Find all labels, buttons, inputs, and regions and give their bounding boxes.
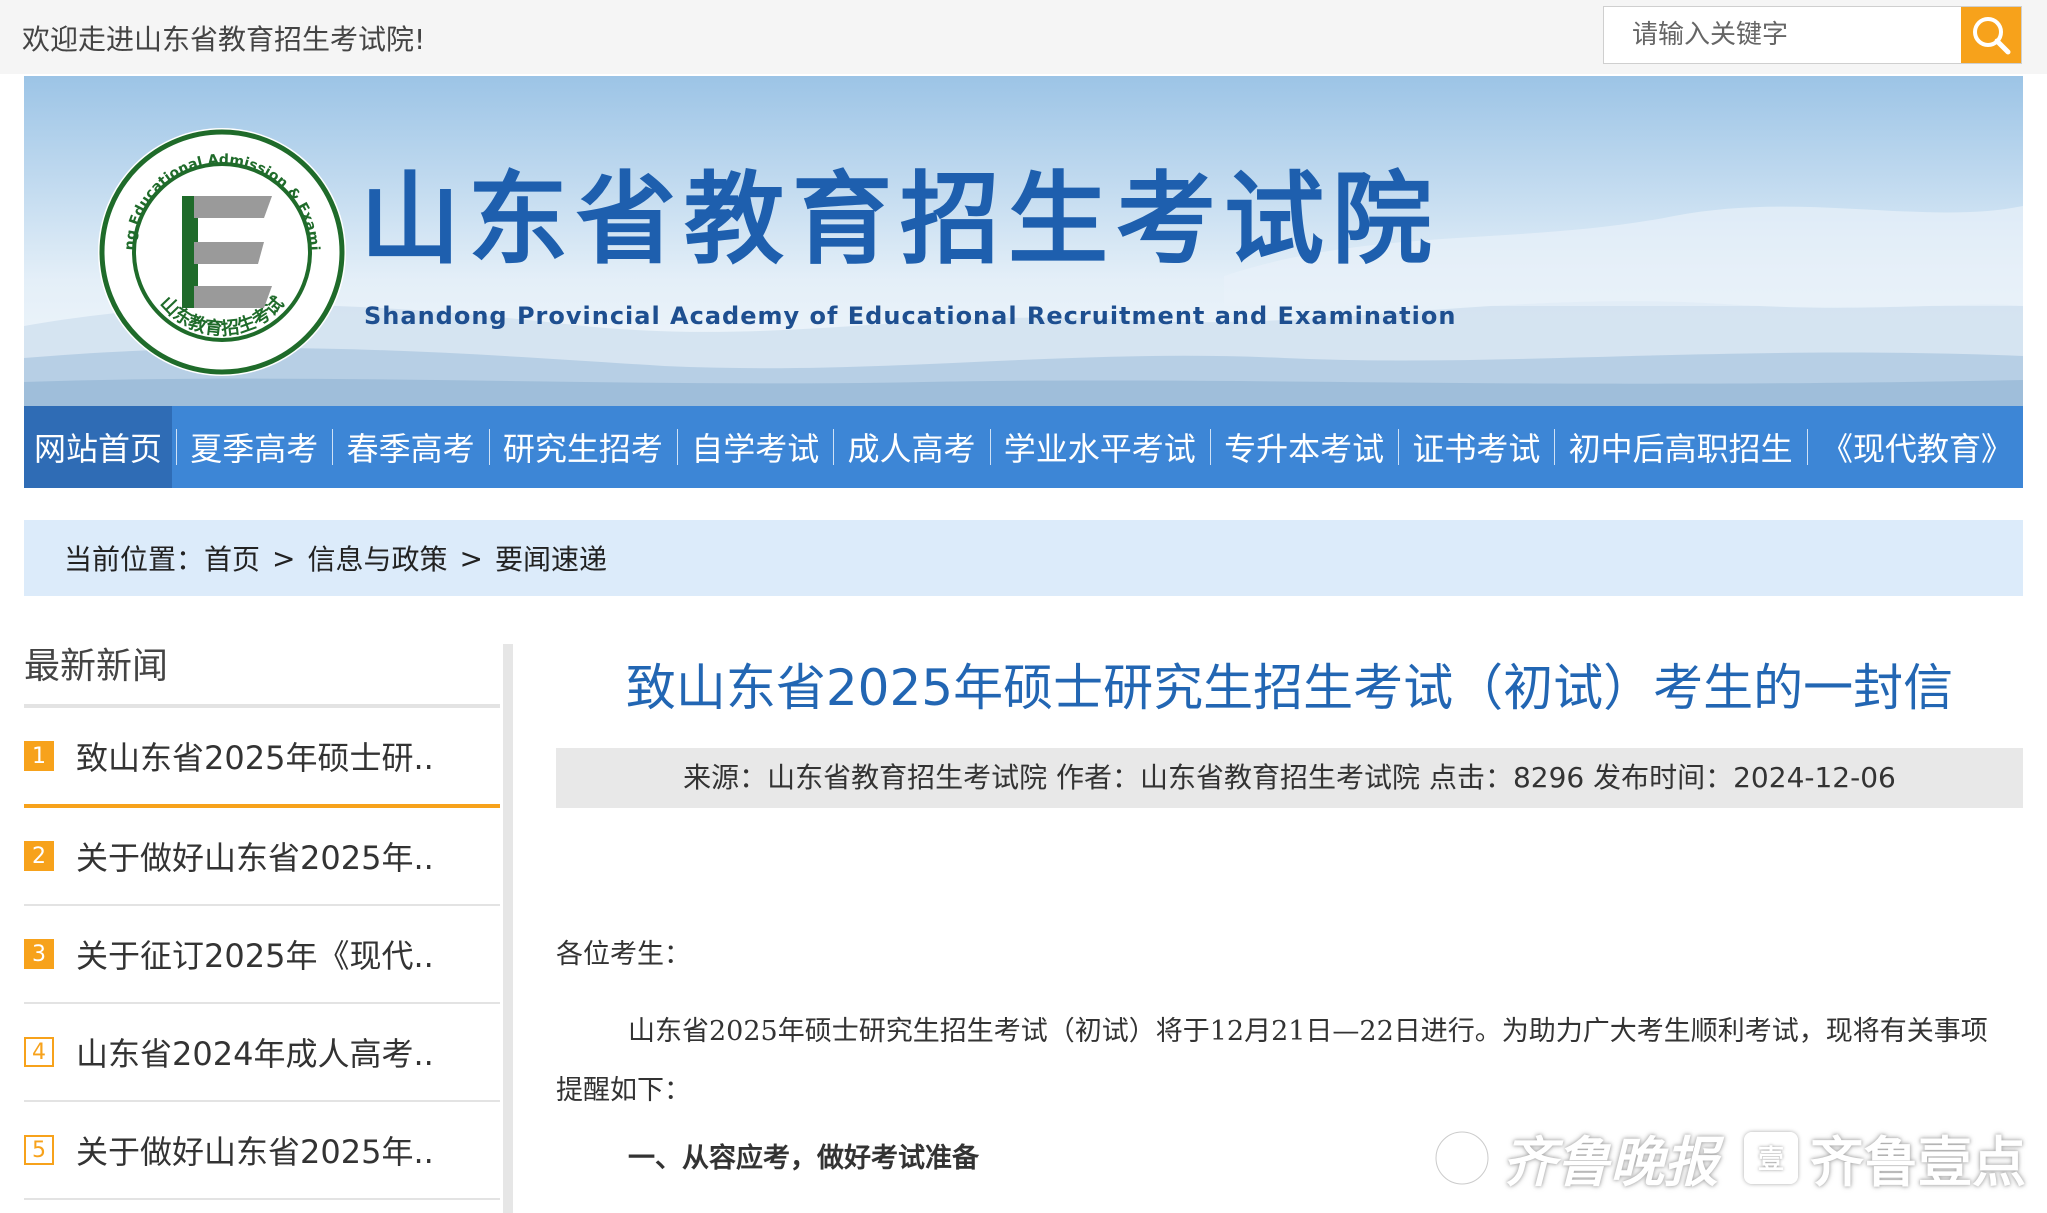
sidebar-title: 最新新闻 <box>24 646 169 687</box>
news-item-title[interactable]: 关于做好山东省2025年.. <box>76 833 434 879</box>
article-meta: 来源：山东省教育招生考试院 作者：山东省教育招生考试院 点击：8296 发布时间… <box>556 748 2023 808</box>
welcome-text: 欢迎走进山东省教育招生考试院! <box>22 23 426 56</box>
watermark-logo-icon <box>1433 1128 1491 1187</box>
site-title-en: Shandong Provincial Academy of Education… <box>364 302 1457 330</box>
nav-item-certificate[interactable]: 证书考试 <box>1402 406 1550 488</box>
nav-item-adult[interactable]: 成人高考 <box>837 406 985 488</box>
watermark: 齐鲁晚报 壹 齐鲁壹点 <box>1430 1118 2026 1197</box>
news-item[interactable]: 5 关于做好山东省2025年.. <box>24 1102 500 1200</box>
article-title: 致山东省2025年硕士研究生招生考试（初试）考生的一封信 <box>625 659 1954 717</box>
news-item[interactable]: 2 关于做好山东省2025年.. <box>24 808 500 906</box>
sidebar-vertical-divider <box>503 644 513 1213</box>
breadcrumb-separator: > <box>459 541 483 575</box>
breadcrumb-label: 当前位置： <box>64 543 205 576</box>
breadcrumb: 当前位置： 首页 > 信息与政策 > 要闻速递 <box>24 520 2023 596</box>
news-item-title[interactable]: 致山东省2025年硕士研.. <box>76 733 434 779</box>
site-title-cn: 山东省教育招生考试院 <box>360 161 1440 278</box>
nav-item-vocational[interactable]: 初中后高职招生 <box>1559 406 1803 488</box>
news-list: 1 致山东省2025年硕士研.. 2 关于做好山东省2025年.. 3 关于征订… <box>24 708 500 1200</box>
search-button[interactable] <box>1961 7 2021 63</box>
article-paragraph: 山东省2025年硕士研究生招生考试（初试）将于12月21日—22日进行。为助力广… <box>628 1016 1988 1047</box>
top-bar: 欢迎走进山东省教育招生考试院! <box>0 0 2047 74</box>
nav-item-summer-gaokao[interactable]: 夏季高考 <box>180 406 328 488</box>
news-rank-badge: 3 <box>24 939 54 969</box>
search-box <box>1603 6 2022 64</box>
nav-item-modern-education[interactable]: 《现代教育》 <box>1811 406 2023 488</box>
article-greeting: 各位考生： <box>556 939 691 970</box>
article-section-heading: 一、从容应考，做好考试准备 <box>628 1143 979 1174</box>
news-rank-badge: 2 <box>24 841 54 871</box>
news-rank-badge: 4 <box>24 1037 54 1067</box>
article-paragraph-continued: 提醒如下： <box>556 1075 691 1106</box>
breadcrumb-separator: > <box>272 541 296 575</box>
latest-news-sidebar: 最新新闻 1 致山东省2025年硕士研.. 2 关于做好山东省2025年.. 3… <box>24 640 500 1200</box>
main-nav: 网站首页 夏季高考 春季高考 研究生招考 自学考试 成人高考 学业水平考试 专升… <box>24 406 2023 488</box>
news-rank-badge: 5 <box>24 1135 54 1165</box>
breadcrumb-info-policy[interactable]: 信息与政策 <box>308 538 448 578</box>
breadcrumb-home[interactable]: 首页 <box>204 538 260 578</box>
news-item[interactable]: 1 致山东省2025年硕士研.. <box>24 708 500 808</box>
breadcrumb-news[interactable]: 要闻速递 <box>495 538 607 578</box>
news-item[interactable]: 4 山东省2024年成人高考.. <box>24 1004 500 1102</box>
watermark-text-qilu-evening: 齐鲁晚报 <box>1502 1130 1718 1194</box>
nav-item-graduate[interactable]: 研究生招考 <box>493 406 673 488</box>
watermark-text-qilu-yidian: 齐鲁壹点 <box>1810 1131 2026 1194</box>
news-item-title[interactable]: 关于征订2025年《现代.. <box>76 931 434 977</box>
nav-item-proficiency[interactable]: 学业水平考试 <box>994 406 1206 488</box>
news-rank-badge: 1 <box>24 741 54 771</box>
nav-item-spring-gaokao[interactable]: 春季高考 <box>337 406 485 488</box>
watermark-badge: 壹 <box>1744 1131 1798 1184</box>
site-banner: Shandong Educational Admission & Examina… <box>24 76 2023 406</box>
nav-item-self-study[interactable]: 自学考试 <box>681 406 829 488</box>
nav-item-upgrade[interactable]: 专升本考试 <box>1214 406 1394 488</box>
news-item-title[interactable]: 山东省2024年成人高考.. <box>76 1029 434 1075</box>
news-item[interactable]: 3 关于征订2025年《现代.. <box>24 906 500 1004</box>
academy-logo: Shandong Educational Admission & Examina… <box>94 124 346 376</box>
nav-item-home[interactable]: 网站首页 <box>24 406 173 488</box>
search-icon <box>1973 17 2011 55</box>
news-item-title[interactable]: 关于做好山东省2025年.. <box>76 1127 434 1173</box>
search-input[interactable] <box>1604 7 1960 63</box>
